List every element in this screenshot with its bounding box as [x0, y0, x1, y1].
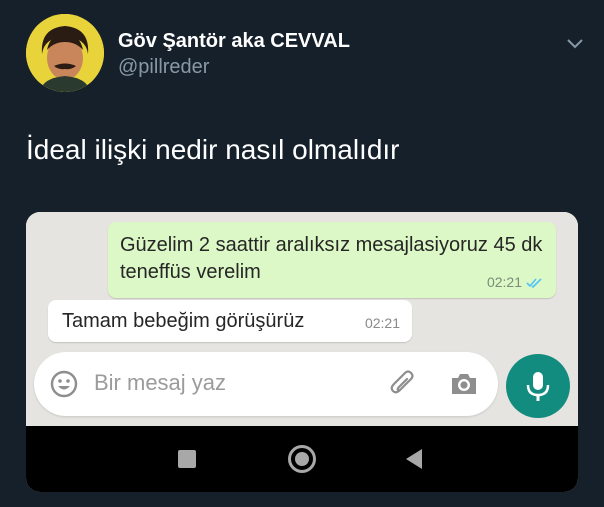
outgoing-message-text: Güzelim 2 saattir aralıksız mesajlasiyor… — [120, 234, 543, 283]
outgoing-message-time: 02:21 — [486, 274, 522, 290]
double-check-icon — [526, 276, 544, 289]
chat-area: Güzelim 2 saattir aralıksız mesajlasiyor… — [26, 212, 578, 426]
home-button-icon[interactable] — [288, 445, 316, 473]
incoming-message-time: 02:21 — [364, 315, 400, 331]
recents-button-icon[interactable] — [178, 450, 196, 468]
display-name[interactable]: Göv Şantör aka CEVVAL — [118, 30, 350, 53]
user-handle[interactable]: @pillreder — [118, 56, 209, 79]
chevron-down-icon[interactable] — [564, 32, 586, 54]
tweet-header: Göv Şantör aka CEVVAL @pillreder — [26, 14, 586, 94]
mic-icon — [526, 372, 550, 401]
emoji-icon[interactable] — [48, 368, 80, 400]
back-button-icon[interactable] — [406, 449, 422, 469]
incoming-message[interactable]: Tamam bebeğim görüşürüz 02:21 — [48, 300, 412, 342]
chat-screenshot: Güzelim 2 saattir aralıksız mesajlasiyor… — [26, 212, 578, 492]
outgoing-message[interactable]: Güzelim 2 saattir aralıksız mesajlasiyor… — [108, 222, 556, 298]
incoming-message-text: Tamam bebeğim görüşürüz — [62, 310, 305, 332]
avatar-portrait — [26, 14, 104, 92]
android-nav-bar — [26, 426, 578, 492]
tweet-text: İdeal ilişki nedir nasıl olmalıdır — [26, 134, 400, 165]
mic-button[interactable] — [506, 354, 570, 418]
message-composer[interactable]: Bir mesaj yaz — [34, 352, 498, 416]
avatar[interactable] — [26, 14, 104, 92]
message-input[interactable]: Bir mesaj yaz — [94, 370, 226, 396]
camera-icon[interactable] — [448, 368, 480, 400]
attach-icon[interactable] — [388, 368, 420, 400]
